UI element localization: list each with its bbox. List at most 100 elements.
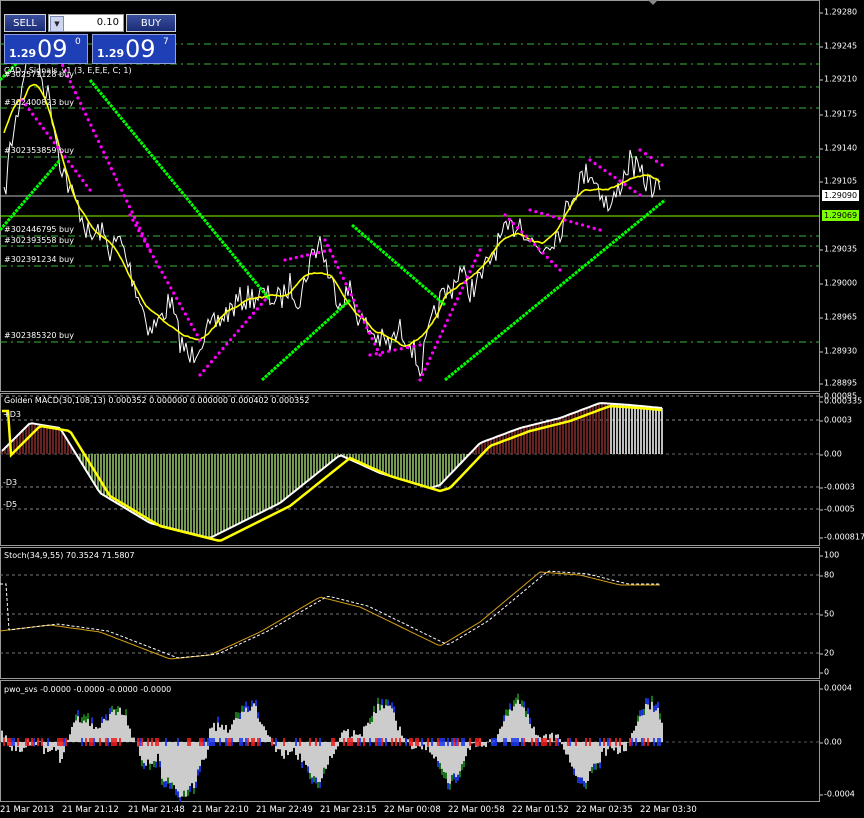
sar-dot [354,304,359,308]
stoch-tick: 20 [819,648,835,658]
sar-dot [399,347,403,351]
sar-dot [618,179,622,183]
sar-dot [294,255,298,260]
sar-dot [109,166,114,171]
sar-dot [326,243,330,248]
sar-dot [333,260,338,264]
price-tick: 1.28930 [819,346,858,356]
sar-dot [373,342,377,346]
sar-dot [633,189,637,194]
sar-dot [317,250,321,255]
sar-dot [91,128,96,133]
sell-button[interactable]: SELL [4,14,46,32]
sar-dot [478,248,482,252]
moving-average-line [3,83,661,347]
sar-dot [128,213,132,217]
time-tick: 22 Mar 03:30 [640,805,697,815]
sar-dot [458,291,462,295]
sar-dot [569,220,573,224]
sar-dot [63,155,67,159]
order-label: #302571128 buy [4,70,74,79]
price-tick: 1.29140 [819,143,858,153]
sar-dot [540,211,544,215]
lot-size-input[interactable]: ▼ 0.10 [48,14,124,32]
sar-dot [117,183,121,187]
sar-dot [163,275,167,280]
sar-dot [180,307,185,311]
price-line [3,40,661,378]
stochastic-chart[interactable] [0,547,820,679]
sar-dot [511,221,516,226]
sar-dot [520,230,524,234]
stoch-tick: 80 [819,570,835,580]
sar-dot [151,255,155,259]
sar-dot [177,301,182,306]
sar-dot [443,324,447,328]
sar-dot [68,80,72,84]
sar-dot [473,259,477,263]
sar-dot [112,172,116,176]
sar-dot [300,254,304,258]
sar-dot [132,215,137,220]
sar-dot [34,117,38,121]
sar-dot [608,172,612,176]
sar-dot [549,259,554,264]
sar-dot [186,317,190,321]
sar-dot [336,265,340,269]
stoch-axis: 100 80 50 20 0 [819,547,864,679]
sar-dot [27,107,31,112]
sar-dot [563,218,567,222]
sar-dot [387,349,391,353]
ask-quote-button[interactable]: 1.29 09 7 [92,34,176,64]
sar-dot [638,193,642,197]
time-tick: 21 Mar 21:12 [62,805,119,815]
sar-dot [236,329,240,333]
sar-dot [425,362,430,366]
sar-dot [352,298,356,302]
bid-pip: 0 [75,37,81,47]
price-tick: 1.28965 [819,312,858,322]
sar-dot [66,159,71,164]
order-label: #302391234 buy [4,255,74,264]
sar-dot [455,297,460,301]
sar-dot [623,182,627,187]
sar-dot [558,268,562,272]
macd-chart[interactable] [0,393,820,546]
sar-dot [172,291,176,295]
sar-dot [380,350,385,355]
sar-dot [367,331,372,335]
sar-dot [649,155,653,160]
sar-dot [503,213,507,217]
buy-button[interactable]: BUY [126,14,176,32]
sar-dot [440,329,445,333]
lot-dropdown-icon[interactable]: ▼ [50,16,64,32]
sar-dot [195,333,199,337]
sar-dot [524,234,528,238]
sar-dot [374,352,378,356]
time-tick: 21 Mar 22:10 [192,805,249,815]
stoch-label: Stoch(34,9,55) 70.3524 71.5807 [4,551,135,560]
one-click-trading-panel: SELL ▼ 0.10 BUY 1.29 09 0 1.29 09 7 [4,14,176,64]
sar-dot [588,158,592,162]
price-tick: 1.29035 [819,244,858,254]
sar-up-segment [260,298,352,382]
sar-dot [154,260,158,264]
sar-dot [102,150,106,154]
sar-dot [84,183,89,187]
macd-tick: -0.000817 [819,532,864,542]
sar-dot [84,112,88,116]
sar-dot [448,313,452,317]
sar-dot [341,276,345,280]
sar-dot [534,210,538,214]
pwo-chart[interactable] [0,680,820,802]
sar-dot [628,186,632,190]
sar-dot [175,296,179,300]
bid-quote-button[interactable]: 1.29 09 0 [4,34,88,64]
sar-dot [575,221,579,225]
sar-dot [311,252,315,256]
sar-dot [228,338,233,342]
ask-big-figure: 09 [125,35,156,63]
sar-dot [41,126,46,131]
sar-dot [528,208,532,212]
macd-tick: 0.0003 [820,415,852,425]
